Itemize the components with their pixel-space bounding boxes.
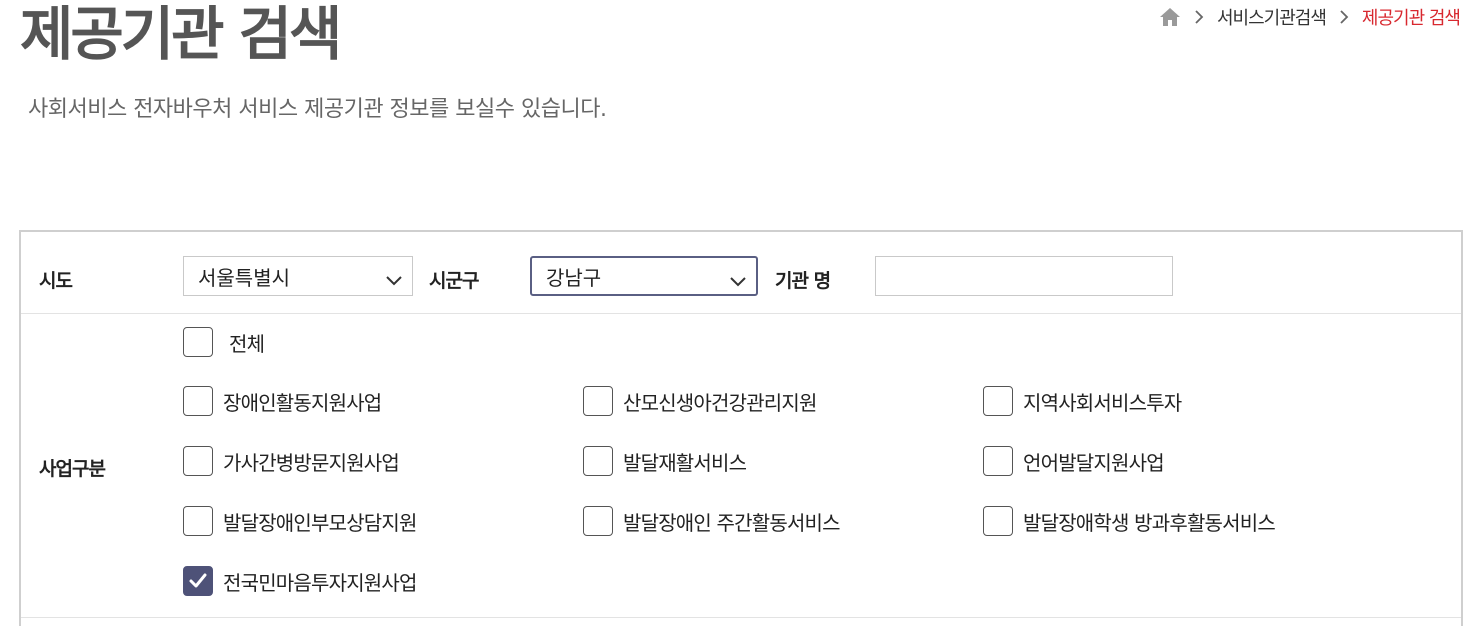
page-title: 제공기관 검색 (20, 0, 342, 68)
checkbox-box[interactable] (183, 386, 213, 416)
checkbox-business-type[interactable]: 발달장애학생 방과후활동서비스 (983, 506, 1276, 536)
checkbox-business-type[interactable]: 발달장애인 주간활동서비스 (583, 506, 841, 536)
checkbox-box[interactable] (983, 446, 1013, 476)
chevron-right-icon (1193, 9, 1205, 25)
sido-label: 시도 (39, 270, 73, 292)
checkbox-business-type[interactable]: 지역사회서비스투자 (983, 386, 1182, 416)
sido-select-value: 서울특별시 (198, 265, 290, 290)
checkbox-business-type[interactable]: 언어발달지원사업 (983, 446, 1165, 476)
checkbox-box[interactable] (183, 506, 213, 536)
checkbox-box[interactable] (583, 446, 613, 476)
checkbox-label: 언어발달지원사업 (1023, 450, 1165, 475)
checkbox-box[interactable] (983, 506, 1013, 536)
breadcrumb: 서비스기관검색 제공기관 검색 (1159, 4, 1461, 30)
sigungu-select[interactable]: 강남구 (530, 256, 758, 296)
checkbox-label: 발달장애학생 방과후활동서비스 (1023, 510, 1276, 535)
checkbox-label: 발달장애인 주간활동서비스 (623, 510, 841, 535)
breadcrumb-item-current: 제공기관 검색 (1361, 8, 1461, 29)
checkbox-label: 가사간병방문지원사업 (223, 450, 400, 475)
checkbox-box[interactable] (583, 506, 613, 536)
checkbox-label: 발달장애인부모상담지원 (223, 510, 417, 535)
row-divider (21, 313, 1461, 314)
chevron-down-icon (728, 269, 748, 287)
checkbox-label: 발달재활서비스 (623, 450, 747, 475)
row-divider (21, 617, 1461, 618)
checkbox-label: 산모신생아건강관리지원 (623, 390, 817, 415)
checkbox-business-type[interactable]: 장애인활동지원사업 (183, 386, 382, 416)
checkbox-business-type[interactable]: 전국민마음투자지원사업 (183, 566, 417, 596)
checkbox-label: 전국민마음투자지원사업 (223, 570, 417, 595)
checkbox-label: 전체 (229, 331, 265, 356)
checkbox-box[interactable] (583, 386, 613, 416)
business-type-label: 사업구분 (39, 458, 106, 480)
checkbox-box-checked[interactable] (183, 566, 213, 596)
page: 제공기관 검색 서비스기관검색 제공기관 검색 사회서비스 전자바우처 서비스 … (0, 0, 1474, 626)
search-panel: 시도 서울특별시 시군구 강남구 기관 명 사업구분 전체 장애인활동지원사업 산… (19, 230, 1463, 626)
sigungu-select-value: 강남구 (546, 265, 602, 290)
checkbox-business-type[interactable]: 가사간병방문지원사업 (183, 446, 400, 476)
checkbox-business-type[interactable]: 산모신생아건강관리지원 (583, 386, 817, 416)
checkbox-box[interactable] (983, 386, 1013, 416)
home-icon[interactable] (1159, 7, 1181, 27)
breadcrumb-item-service-search[interactable]: 서비스기관검색 (1217, 4, 1327, 30)
checkbox-business-type[interactable]: 발달장애인부모상담지원 (183, 506, 417, 536)
org-name-label: 기관 명 (775, 270, 831, 292)
checkbox-all[interactable]: 전체 (183, 327, 265, 357)
org-name-input[interactable] (875, 256, 1173, 296)
checkbox-box[interactable] (183, 327, 213, 357)
sigungu-label: 시군구 (429, 270, 479, 292)
sido-select[interactable]: 서울특별시 (183, 256, 413, 296)
chevron-down-icon (384, 268, 404, 286)
checkbox-box[interactable] (183, 446, 213, 476)
checkmark-icon (189, 573, 207, 588)
checkbox-business-type[interactable]: 발달재활서비스 (583, 446, 747, 476)
page-description: 사회서비스 전자바우처 서비스 제공기관 정보를 보실수 있습니다. (28, 97, 607, 122)
chevron-right-icon (1338, 9, 1350, 25)
checkbox-label: 장애인활동지원사업 (223, 390, 382, 415)
checkbox-label: 지역사회서비스투자 (1023, 390, 1182, 415)
